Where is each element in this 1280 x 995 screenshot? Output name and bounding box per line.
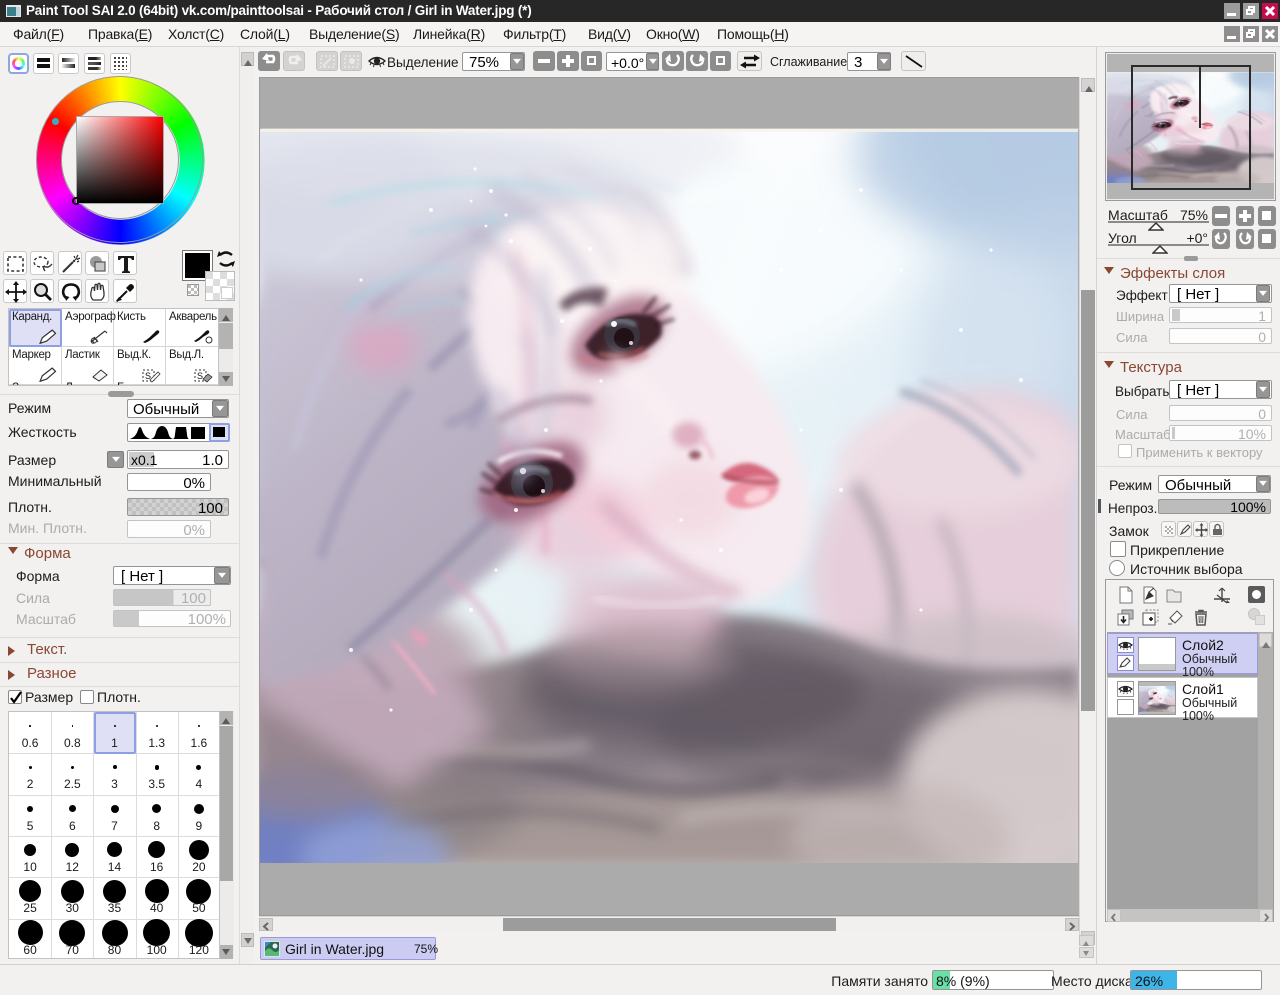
svg-text:S: S <box>197 371 203 381</box>
